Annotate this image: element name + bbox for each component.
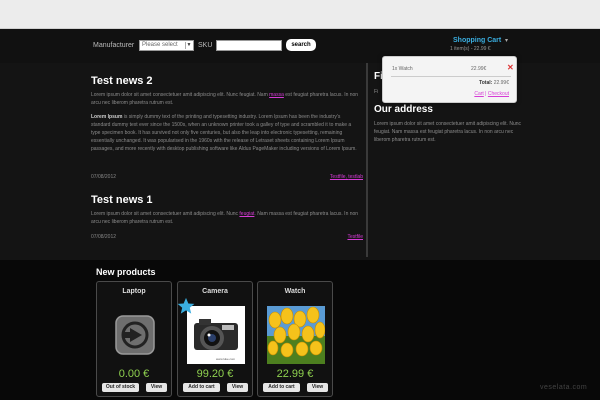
camera-photo[interactable]: www.luke.com bbox=[187, 306, 245, 364]
news-intro: Lorem ipsum dolor sit amet consectetuer … bbox=[91, 91, 361, 107]
cart-item-name: 1x Watch bbox=[392, 66, 413, 72]
cart-count: 1 item(s) - 22.99 € bbox=[450, 46, 491, 52]
shopping-cart-link[interactable]: Shopping Cart bbox=[453, 37, 501, 44]
sidebar-text: Fi bbox=[374, 89, 379, 95]
product-price: 0.00 € bbox=[118, 368, 150, 380]
cart-links: Cart | Checkout bbox=[451, 91, 509, 97]
search-button[interactable]: search bbox=[286, 39, 316, 51]
product-name[interactable]: Camera bbox=[178, 288, 252, 295]
news-date: 07/08/2012 bbox=[91, 174, 117, 180]
news-intro-text: Lorem ipsum dolor sit amet consectetuer … bbox=[91, 92, 270, 98]
add-to-cart-button[interactable]: Add to cart bbox=[183, 383, 220, 392]
product-name[interactable]: Watch bbox=[258, 288, 332, 295]
cart-caret-icon[interactable]: ▾ bbox=[505, 37, 508, 44]
product-card: Watch 22.99 € Add to cart View bbox=[257, 281, 333, 397]
news-date: 07/08/2012 bbox=[91, 234, 117, 240]
new-products-title: New products bbox=[96, 267, 156, 277]
address-title: Our address bbox=[374, 104, 433, 115]
news-intro-link[interactable]: feugiat bbox=[239, 211, 254, 217]
news-body: Lorem Ipsum is simply dummy text of the … bbox=[91, 113, 361, 153]
watermark: veselata.com bbox=[540, 384, 588, 391]
featured-star-icon bbox=[177, 297, 195, 314]
view-button[interactable]: View bbox=[307, 383, 328, 392]
news-intro: Lorem ipsum dolor sit amet consectetuer … bbox=[91, 210, 361, 226]
product-name[interactable]: Laptop bbox=[97, 288, 171, 295]
out-of-stock-button[interactable]: Out of stock bbox=[102, 383, 139, 392]
cart-link[interactable]: Cart bbox=[474, 91, 483, 97]
manufacturer-select[interactable]: Please select ▼ bbox=[139, 40, 194, 51]
sku-input[interactable] bbox=[216, 40, 282, 51]
news-title[interactable]: Test news 1 bbox=[91, 194, 153, 206]
address-text: Lorem ipsum dolor sit amet consectetuer … bbox=[374, 121, 522, 143]
news-title[interactable]: Test news 2 bbox=[91, 75, 153, 87]
cart-popup: 1x Watch 22.99€ ✕ Total: 22.99€ Cart | C… bbox=[382, 56, 517, 103]
cart-total-label: Total: bbox=[479, 80, 493, 86]
news-tag-link[interactable]: Testfile bbox=[330, 174, 346, 180]
view-button[interactable]: View bbox=[227, 383, 248, 392]
product-price: 22.99 € bbox=[276, 368, 314, 380]
remove-icon[interactable]: ✕ bbox=[507, 63, 514, 72]
chevron-down-icon: ▼ bbox=[185, 42, 192, 49]
product-price: 99.20 € bbox=[196, 368, 234, 380]
divider bbox=[391, 76, 511, 77]
news-body-text: is simply dummy text of the printing and… bbox=[91, 114, 357, 152]
news-intro-text: Lorem ipsum dolor sit amet consectetuer … bbox=[91, 211, 240, 217]
top-bar bbox=[0, 0, 600, 29]
news-intro-link[interactable]: massa bbox=[269, 92, 284, 98]
sku-label: SKU bbox=[198, 42, 213, 49]
news-tags: Testfile, testlab bbox=[291, 174, 363, 180]
news-tag-link[interactable]: testlab bbox=[348, 174, 363, 180]
tulips-photo[interactable] bbox=[267, 306, 326, 364]
manufacturer-label: Manufacturer bbox=[93, 42, 135, 49]
column-divider bbox=[366, 63, 368, 257]
camera-image-caption: www.luke.com bbox=[216, 357, 236, 361]
cart-total-value: 22.99€ bbox=[493, 80, 509, 86]
cart-item-price: 22.99€ bbox=[471, 66, 487, 72]
no-image-icon[interactable] bbox=[106, 306, 164, 364]
checkout-link[interactable]: Checkout bbox=[488, 91, 509, 97]
view-button[interactable]: View bbox=[146, 383, 167, 392]
product-card: Laptop 0.00 € Out of stock View bbox=[96, 281, 172, 397]
news-tag-link[interactable]: Testfile bbox=[291, 234, 363, 240]
cart-total: Total: 22.99€ bbox=[451, 80, 509, 86]
manufacturer-select-value: Please select bbox=[142, 42, 178, 48]
add-to-cart-button[interactable]: Add to cart bbox=[263, 383, 300, 392]
news-body-strong: Lorem Ipsum bbox=[91, 114, 123, 120]
